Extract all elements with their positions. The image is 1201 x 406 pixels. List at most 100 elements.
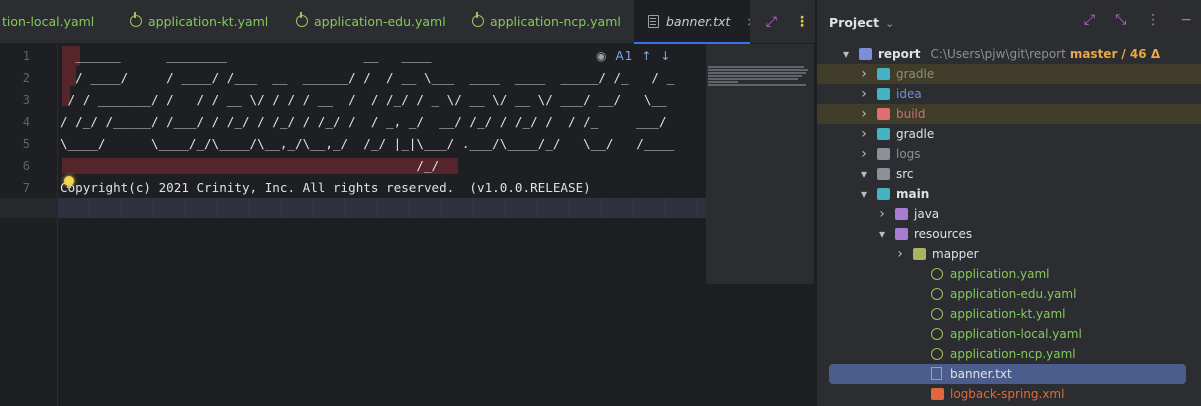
tree-item-label: application.yaml: [950, 267, 1050, 281]
tree-item-label: report: [878, 47, 921, 61]
code-minimap[interactable]: [706, 44, 814, 284]
inspection-count: 1: [624, 49, 633, 63]
git-changes-count: / 46 Δ: [1121, 47, 1161, 61]
options-icon[interactable]: ⋮: [1146, 12, 1160, 28]
minimap-line: [708, 78, 798, 80]
tree-item-label: main: [896, 187, 930, 201]
tab-banner-txt[interactable]: banner.txt ×: [634, 0, 750, 44]
tree-item-label: application-edu.yaml: [950, 287, 1077, 301]
more-options-icon[interactable]: ⋮: [795, 14, 809, 30]
tree-item-gradle[interactable]: › gradle: [817, 64, 1201, 84]
previous-highlight-icon[interactable]: ↑: [641, 49, 651, 63]
tree-item-java[interactable]: › java: [817, 204, 1201, 224]
chevron-down-icon[interactable]: ▾: [841, 44, 851, 64]
chevron-right-icon[interactable]: ›: [859, 144, 869, 164]
source-folder-icon: [895, 208, 908, 220]
close-tab-icon[interactable]: ×: [746, 14, 750, 29]
tree-item-build[interactable]: › build: [817, 104, 1201, 124]
chevron-down-icon[interactable]: ▾: [859, 164, 869, 184]
tree-item-label: application-ncp.yaml: [950, 347, 1076, 361]
typo-inspection-icon[interactable]: A: [615, 49, 623, 63]
excluded-folder-icon: [877, 108, 890, 120]
tab-label: tion-local.yaml: [2, 14, 95, 29]
tree-item-label: logs: [896, 147, 921, 161]
folder-icon: [877, 88, 890, 100]
tree-item-label: logback-spring.xml: [950, 387, 1065, 401]
tab-application-edu-yaml[interactable]: application-edu.yaml: [296, 0, 464, 44]
source-folder-icon: [895, 228, 908, 240]
chevron-right-icon[interactable]: ›: [859, 124, 869, 144]
tree-item-application-ncp-yaml[interactable]: application-ncp.yaml: [817, 344, 1201, 364]
line-number-gutter: 12345678: [0, 44, 58, 406]
tree-item-label: mapper: [932, 247, 979, 261]
package-icon: [913, 248, 926, 260]
tab-label: application-edu.yaml: [314, 14, 446, 29]
code-area[interactable]: ______ ________ __ ____ / ____/ / ____/ …: [58, 44, 815, 406]
code-line: / /_/ /_____/ /___/ / /_/ / /_/ / /_/ / …: [60, 114, 667, 129]
tree-item-report[interactable]: ▾ report C:\Users\pjw\git\report master/ 46…: [817, 44, 1201, 64]
line-number: 3: [22, 93, 30, 107]
tree-item-logs[interactable]: › logs: [817, 144, 1201, 164]
collapse-all-icon[interactable]: ⤡: [1115, 12, 1126, 28]
yaml-file-icon: [472, 12, 484, 27]
tree-item-application-yaml[interactable]: application.yaml: [817, 264, 1201, 284]
tab-label: application-kt.yaml: [148, 14, 269, 29]
text-file-icon: [648, 15, 659, 28]
tab-application-ncp-yaml[interactable]: application-ncp.yaml: [472, 0, 630, 44]
minimap-line: [708, 69, 808, 71]
expand-editor-icon[interactable]: ⤢: [766, 14, 777, 30]
lightbulb-icon[interactable]: [64, 176, 74, 188]
chevron-right-icon[interactable]: ›: [859, 64, 869, 84]
tree-item-label: idea: [896, 87, 922, 101]
hide-icon[interactable]: −: [1180, 12, 1192, 28]
editor-pane: tion-local.yaml application-kt.yaml appl…: [0, 0, 815, 406]
xml-file-icon: [931, 388, 944, 400]
tree-item-banner-txt[interactable]: banner.txt: [829, 364, 1186, 384]
line-number: 2: [22, 71, 30, 85]
tree-item-mapper[interactable]: › mapper: [817, 244, 1201, 264]
chevron-right-icon[interactable]: ›: [859, 84, 869, 104]
inspection-widget[interactable]: ◉ A1 ↑ ↓: [596, 46, 710, 66]
yaml-file-icon: [931, 268, 943, 280]
chevron-down-icon[interactable]: ▾: [877, 224, 887, 244]
tree-item-label: gradle: [896, 67, 935, 81]
tree-item-label: resources: [914, 227, 973, 241]
tab-application-local-yaml[interactable]: tion-local.yaml: [0, 0, 118, 44]
folder-icon: [877, 168, 890, 180]
yaml-file-icon: [931, 288, 943, 300]
line-number: 4: [22, 115, 30, 129]
tree-item-logback-spring-xml[interactable]: logback-spring.xml: [817, 384, 1201, 404]
tree-item-src[interactable]: ▾ src: [817, 164, 1201, 184]
tree-item-gradle[interactable]: › gradle: [817, 124, 1201, 144]
folder-icon: [877, 188, 890, 200]
chevron-down-icon: ⌄: [885, 17, 895, 30]
tree-item-idea[interactable]: › idea: [817, 84, 1201, 104]
expand-all-icon[interactable]: ⤢: [1084, 12, 1095, 28]
chevron-down-icon[interactable]: ▾: [859, 184, 869, 204]
tree-item-label: banner.txt: [950, 367, 1012, 381]
tree-item-resources[interactable]: ▾ resources: [817, 224, 1201, 244]
next-highlight-icon[interactable]: ↓: [660, 49, 670, 63]
line-number: 5: [22, 137, 30, 151]
tree-item-application-kt-yaml[interactable]: application-kt.yaml: [817, 304, 1201, 324]
chevron-right-icon[interactable]: ›: [895, 244, 905, 264]
tree-item-main[interactable]: ▾ main: [817, 184, 1201, 204]
tree-item-application-local-yaml[interactable]: application-local.yaml: [817, 324, 1201, 344]
project-view-selector[interactable]: Project ⌄: [829, 15, 894, 30]
chevron-right-icon[interactable]: ›: [859, 104, 869, 124]
tab-application-kt-yaml[interactable]: application-kt.yaml: [130, 0, 288, 44]
project-title: Project: [829, 15, 880, 30]
text-file-icon: [931, 367, 942, 380]
code-line: / / _______/ / / / __ \/ / / / __ / / /_…: [60, 92, 667, 107]
folder-icon: [877, 148, 890, 160]
yaml-file-icon: [296, 12, 308, 27]
code-line: Copyright(c) 2021 Crinity, Inc. All righ…: [60, 180, 591, 195]
editor-tab-bar: tion-local.yaml application-kt.yaml appl…: [0, 0, 815, 44]
tree-item-label: application-kt.yaml: [950, 307, 1066, 321]
tree-item-application-edu-yaml[interactable]: application-edu.yaml: [817, 284, 1201, 304]
reader-mode-icon[interactable]: ◉: [596, 49, 606, 63]
tree-item-label: application-local.yaml: [950, 327, 1082, 341]
code-line: ______ ________ __ ____: [60, 48, 432, 63]
yaml-file-icon: [931, 348, 943, 360]
chevron-right-icon[interactable]: ›: [877, 204, 887, 224]
